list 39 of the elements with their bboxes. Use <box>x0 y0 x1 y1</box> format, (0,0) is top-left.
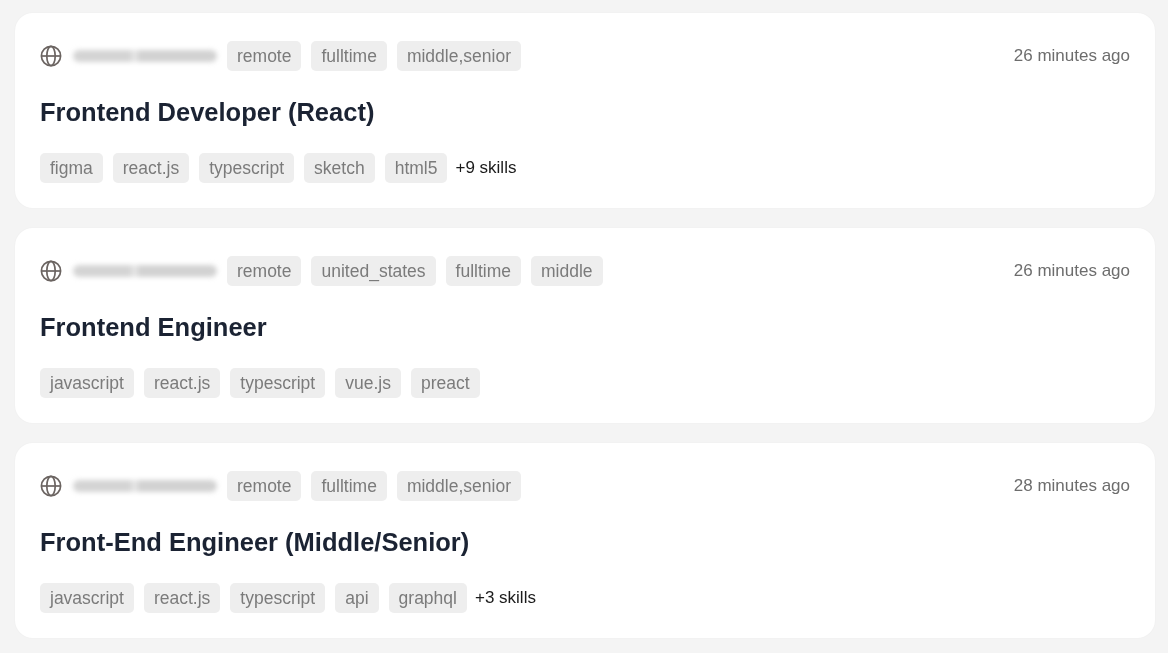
tag: middle,senior <box>396 471 521 501</box>
skill-tag: preact <box>410 368 480 398</box>
skill-tag: typescript <box>230 368 326 398</box>
tag: fulltime <box>445 256 521 286</box>
posted-time: 28 minutes ago <box>1013 476 1130 496</box>
skill-tag: html5 <box>384 153 448 183</box>
skill-tag: react.js <box>143 368 221 398</box>
globe-icon <box>40 45 62 67</box>
more-skills-count: +3 skills <box>474 588 536 608</box>
skill-tag: javascript <box>40 368 134 398</box>
posted-time: 26 minutes ago <box>1013 46 1130 66</box>
posted-time: 26 minutes ago <box>1013 261 1130 281</box>
tag: united_states <box>311 256 436 286</box>
tag: fulltime <box>311 471 387 501</box>
skill-tag: react.js <box>143 583 221 613</box>
skill-tag: react.js <box>112 153 190 183</box>
skill-tag: figma <box>40 153 103 183</box>
job-card[interactable]: remote fulltime middle,senior 28 minutes ago Front-End Engineer (Middle/Senior) javascript react.js typescript api graphql +3 skills <box>15 443 1155 638</box>
globe-icon <box>40 475 62 497</box>
skill-tag: typescript <box>199 153 295 183</box>
skill-tag: vue.js <box>335 368 401 398</box>
tag: middle,senior <box>396 41 521 71</box>
tag: fulltime <box>311 41 387 71</box>
job-card[interactable]: remote united_states fulltime middle 26 minutes ago Frontend Engineer javascript react.js typescript vue.js preact <box>15 228 1155 423</box>
job-card[interactable]: remote fulltime middle,senior 26 minutes ago Frontend Developer (React) figma react.js typescript sketch html5 +9 skills <box>15 13 1155 208</box>
job-title: Frontend Engineer <box>40 312 268 343</box>
tag: middle <box>531 256 603 286</box>
tag: remote <box>227 256 302 286</box>
globe-icon <box>40 260 62 282</box>
job-title: Frontend Developer (React) <box>40 97 376 128</box>
tag: remote <box>227 471 302 501</box>
tag: remote <box>227 41 302 71</box>
skill-tag: javascript <box>40 583 134 613</box>
skill-tag: typescript <box>230 583 326 613</box>
skill-tag: graphql <box>388 583 467 613</box>
more-skills-count: +9 skills <box>455 158 517 178</box>
skill-tag: sketch <box>304 153 375 183</box>
job-title: Front-End Engineer (Middle/Senior) <box>40 527 471 558</box>
skill-tag: api <box>335 583 379 613</box>
